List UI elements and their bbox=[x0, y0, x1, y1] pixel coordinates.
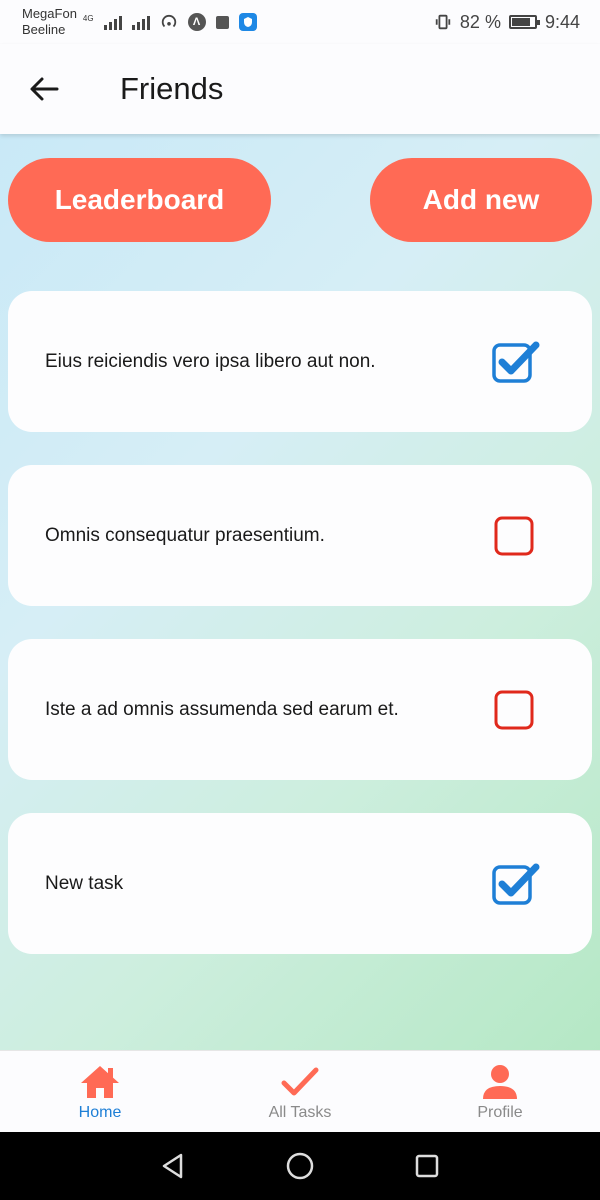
app-bar: Friends bbox=[0, 44, 600, 134]
person-icon bbox=[478, 1062, 522, 1102]
carrier-names: MegaFon Beeline bbox=[22, 6, 77, 38]
system-nav-bar bbox=[0, 1132, 600, 1200]
arrow-left-icon[interactable] bbox=[22, 67, 66, 111]
leaderboard-button[interactable]: Leaderboard bbox=[8, 158, 271, 242]
task-text: Iste a ad omnis assumenda sed earum et. bbox=[45, 698, 399, 720]
nav-profile[interactable]: Profile bbox=[400, 1051, 600, 1133]
carrier-1: MegaFon bbox=[22, 6, 77, 21]
main-content: Leaderboard Add new Eius reiciendis vero… bbox=[0, 134, 600, 1050]
clock: 9:44 bbox=[544, 11, 580, 32]
status-left: MegaFon Beeline 4G Λ bbox=[22, 6, 257, 38]
battery-icon bbox=[508, 15, 540, 29]
checkbox-checked-icon[interactable] bbox=[492, 862, 540, 906]
task-text: Omnis consequatur praesentium. bbox=[45, 524, 325, 546]
recents-square-icon[interactable] bbox=[405, 1144, 449, 1188]
check-icon bbox=[278, 1062, 322, 1102]
checkbox-unchecked-icon[interactable] bbox=[492, 514, 536, 558]
task-card[interactable]: New task bbox=[8, 813, 592, 954]
signal-icon bbox=[103, 14, 122, 30]
battery-percent: 82 % bbox=[459, 11, 501, 32]
task-card[interactable]: Eius reiciendis vero ipsa libero aut non… bbox=[8, 291, 592, 432]
action-buttons: Leaderboard Add new bbox=[8, 158, 592, 242]
nav-all-tasks-label: All Tasks bbox=[268, 1103, 332, 1121]
back-triangle-icon[interactable] bbox=[151, 1144, 195, 1188]
status-bar: MegaFon Beeline 4G Λ 82 % 9:44 bbox=[0, 0, 600, 44]
nav-home-label: Home bbox=[78, 1103, 122, 1121]
add-new-button[interactable]: Add new bbox=[370, 158, 592, 242]
stop-icon bbox=[215, 15, 229, 29]
page-title: Friends bbox=[120, 71, 224, 106]
task-text: Eius reiciendis vero ipsa libero aut non… bbox=[45, 350, 376, 372]
app-a-icon: Λ bbox=[187, 13, 206, 31]
home-circle-icon[interactable] bbox=[278, 1144, 322, 1188]
home-icon bbox=[78, 1062, 122, 1102]
nav-profile-label: Profile bbox=[477, 1103, 523, 1121]
network-type: 4G bbox=[82, 13, 94, 23]
checkbox-unchecked-icon[interactable] bbox=[492, 688, 536, 732]
hotspot-icon bbox=[160, 13, 178, 31]
signal-2-icon bbox=[131, 14, 150, 30]
shield-icon bbox=[238, 13, 257, 31]
checkbox-checked-icon[interactable] bbox=[492, 340, 540, 384]
task-card[interactable]: Omnis consequatur praesentium. bbox=[8, 465, 592, 606]
task-text: New task bbox=[45, 872, 124, 894]
nav-all-tasks[interactable]: All Tasks bbox=[200, 1051, 400, 1133]
bottom-nav: Home All Tasks Profile bbox=[0, 1050, 600, 1132]
phone-screen: MegaFon Beeline 4G Λ 82 % 9:44 Friends L… bbox=[0, 0, 600, 1200]
task-card[interactable]: Iste a ad omnis assumenda sed earum et. bbox=[8, 639, 592, 780]
vibrate-icon bbox=[434, 13, 452, 31]
carrier-2: Beeline bbox=[22, 22, 66, 37]
status-right: 82 % 9:44 bbox=[434, 12, 580, 33]
nav-home[interactable]: Home bbox=[0, 1051, 200, 1133]
